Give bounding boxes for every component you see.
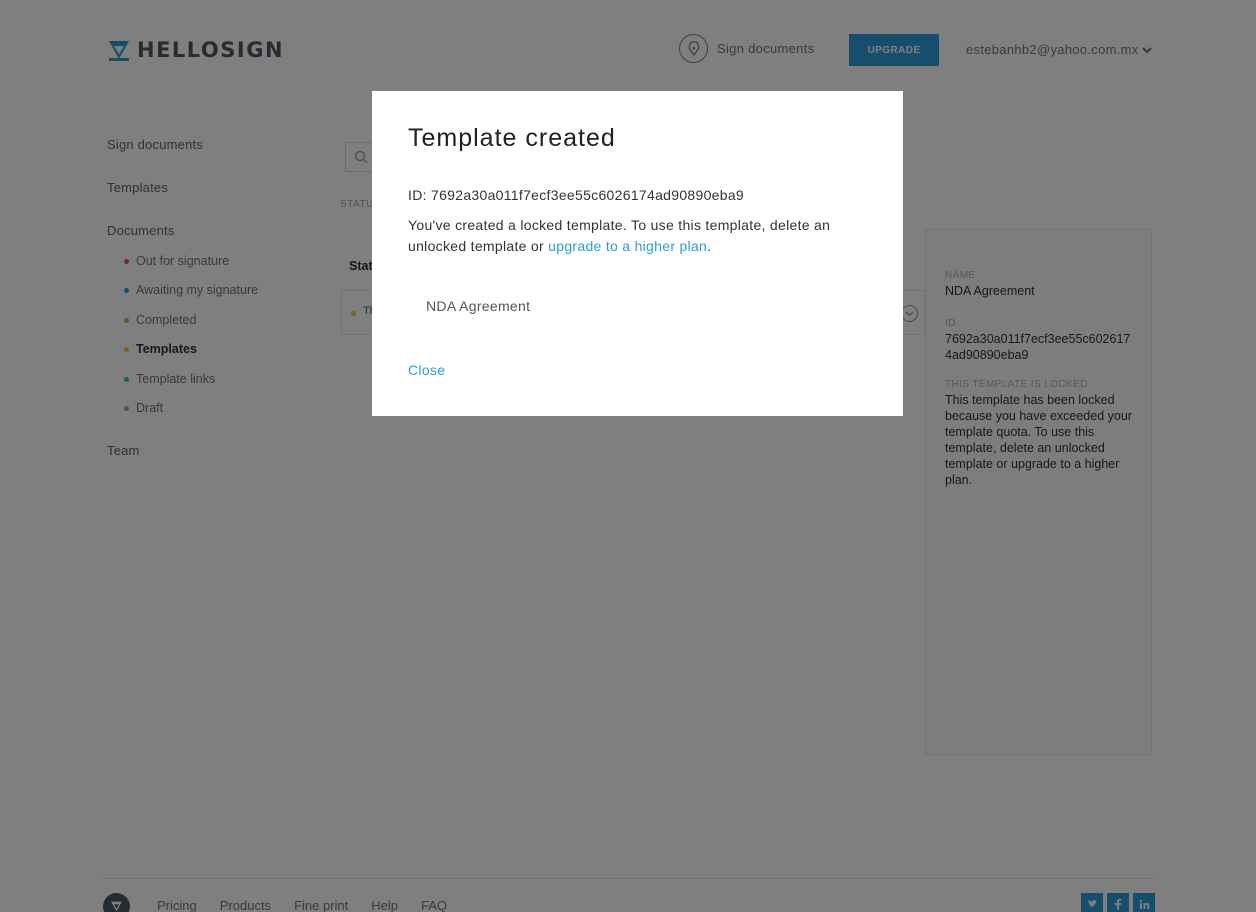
dialog-message: You've created a locked template. To use…: [408, 215, 873, 257]
message-end: .: [707, 238, 712, 254]
dialog-title: Template created: [408, 124, 616, 152]
template-id: ID: 7692a30a011f7ecf3ee55c6026174ad90890…: [408, 187, 745, 203]
upgrade-plan-link[interactable]: upgrade to a higher plan: [548, 238, 707, 254]
close-button[interactable]: Close: [408, 362, 445, 378]
template-created-dialog: Template created ID: 7692a30a011f7ecf3ee…: [372, 91, 903, 416]
document-name: NDA Agreement: [426, 298, 531, 314]
